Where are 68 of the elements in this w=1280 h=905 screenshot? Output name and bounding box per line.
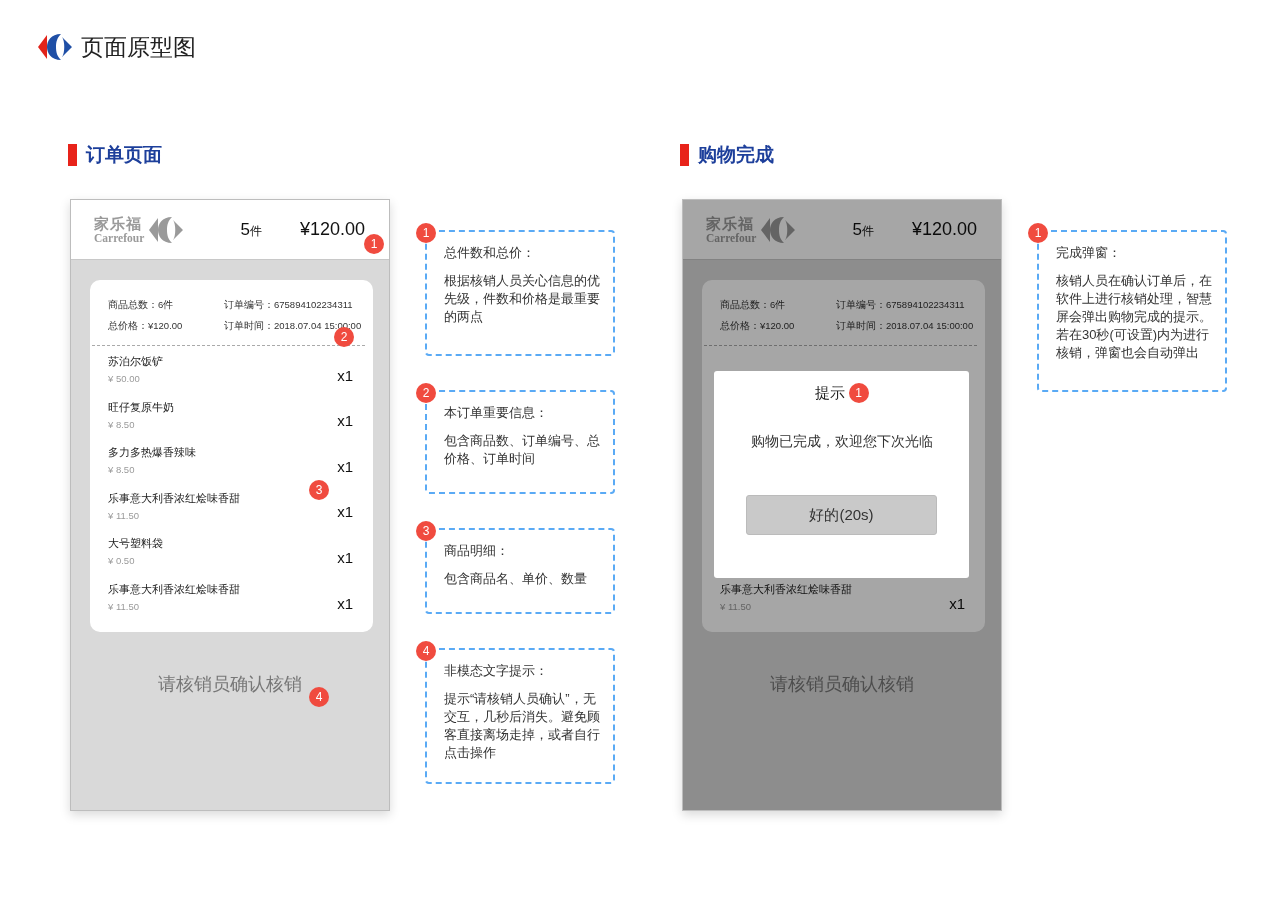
product-name: 大号塑料袋 (108, 536, 163, 552)
annotation-text: 包含商品数、订单编号、总价格、订单时间 (444, 433, 600, 466)
number-badge: 1 (848, 383, 869, 403)
product-name: 乐事意大利香浓红烩味香甜 (108, 490, 240, 506)
ok-button[interactable]: 好的(20s) (746, 495, 937, 535)
unit-price: ¥ 8.50 (108, 417, 136, 432)
number-badge: 1 (1028, 223, 1048, 243)
prompt-text: 请核销员确认核销 (158, 673, 302, 696)
brand-name: Carrefour (94, 231, 145, 244)
quantity: x1 (337, 593, 353, 612)
annotation-text: 核销人员在确认订单后，在软件上进行核销处理，智慧屏会弹出购物完成的提示。若在30秒(可设置)内为进行核销，弹窗也会自动弹出 (1056, 273, 1212, 360)
order-info: 总价格：¥120.00 (720, 319, 796, 333)
quantity: x1 (337, 365, 353, 384)
unit-price: ¥ 0.50 (108, 554, 136, 569)
number-badge: 4 (416, 641, 436, 661)
unit-price: ¥ 8.50 (108, 463, 136, 478)
product-name: 旺仔复原牛奶 (108, 399, 174, 415)
annotation-text: 根据核销人员关心信息的优先级，件数和价格是最重要的两点 (444, 273, 600, 324)
order-info: 商品总数：6件 (720, 298, 787, 312)
annotation-text: 包含商品名、单价、数量 (444, 571, 587, 586)
total-price: ¥120.00 (911, 219, 977, 240)
product-name: 乐事意大利香浓红烩味香甜 (720, 582, 852, 597)
quantity: x1 (949, 593, 965, 612)
product-name: 乐事意大利香浓红烩味香甜 (108, 582, 240, 597)
order-info: 订单编号：675894102234311 (836, 298, 966, 312)
annotation-title: 本订单重要信息： (444, 404, 549, 422)
item-count: 5 (240, 219, 250, 240)
quantity: x1 (337, 411, 353, 430)
unit-price: ¥ 11.50 (108, 600, 140, 614)
quantity: x1 (337, 547, 353, 566)
brand-name: 家乐福 (706, 215, 755, 232)
quantity: x1 (337, 502, 353, 521)
annotation-text: 提示“请核销人员确认”，无交互，几秒后消失。避免顾客直接离场走掉，或者自行点击操作 (444, 691, 600, 760)
number-badge: 2 (416, 383, 436, 403)
annotation-title: 商品明细： (444, 542, 510, 560)
item-count: 5 (852, 219, 862, 240)
count-unit: 件 (249, 222, 262, 240)
order-info: 订单编号：675894102234311 (224, 298, 354, 312)
unit-price: ¥ 11.50 (108, 508, 140, 523)
section-marker (680, 144, 689, 166)
unit-price: ¥ 11.50 (720, 600, 752, 614)
total-price: ¥120.00 (299, 219, 365, 240)
number-badge: 3 (416, 521, 436, 541)
order-info: 商品总数：6件 (108, 298, 175, 312)
brand-name: 家乐福 (94, 215, 143, 232)
logo-icon (760, 215, 797, 244)
number-badge: 4 (309, 687, 329, 707)
annotation-title: 非模态文字提示： (444, 662, 549, 680)
quantity: x1 (337, 456, 353, 475)
product-name: 多力多热爆香辣味 (108, 445, 196, 461)
section-marker (68, 144, 77, 166)
logo-icon (37, 33, 73, 61)
brand-name: Carrefour (706, 231, 757, 244)
order-info: 订单时间：2018.07.04 15:00:00 (836, 319, 975, 333)
dialog-title: 提示 (814, 383, 845, 403)
page-title: 页面原型图 (81, 32, 196, 62)
count-unit: 件 (861, 222, 874, 240)
dialog-message: 购物已完成，欢迎您下次光临 (750, 433, 933, 451)
product-name: 苏泊尔饭铲 (108, 354, 163, 370)
unit-price: ¥ 50.00 (108, 372, 141, 387)
annotation-title: 总件数和总价： (444, 244, 536, 262)
section-title: 订单页面 (86, 143, 162, 167)
section-title: 购物完成 (698, 143, 774, 167)
prompt-text: 请核销员确认核销 (770, 673, 914, 696)
number-badge: 1 (416, 223, 436, 243)
logo-icon (148, 215, 185, 244)
order-info: 总价格：¥120.00 (108, 319, 184, 333)
annotation-title: 完成弹窗： (1056, 244, 1122, 262)
